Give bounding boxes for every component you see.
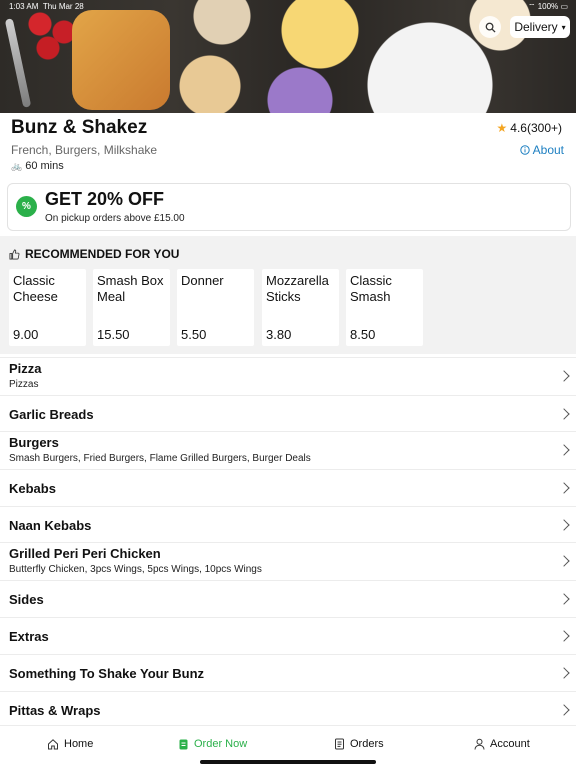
rating: ★ 4.6(300+) [497,121,562,135]
item-price: 15.50 [97,327,130,342]
recommended-card[interactable]: Donner 5.50 [177,269,254,346]
category-row-grilled-peri-peri-chicken[interactable]: Grilled Peri Peri Chicken Butterfly Chic… [0,542,576,580]
search-button[interactable] [479,16,501,38]
chevron-right-icon [558,444,570,456]
recommended-card[interactable]: Classic Cheese 9.00 [9,269,86,346]
receipt-icon [335,738,344,750]
garlic-bread-graphic [72,10,170,110]
category-title: Pizza [9,361,42,376]
tab-home[interactable]: Home [47,738,93,750]
category-row-kebabs[interactable]: Kebabs [0,469,576,506]
promo-banner[interactable]: % GET 20% OFF On pickup orders above £15… [7,183,571,231]
search-icon [485,22,496,33]
delivery-label: Delivery [514,20,558,34]
status-right: ⌔ 100% ▭ [528,2,568,12]
chevron-right-icon [558,630,570,642]
delivery-time-text: 60 mins [25,160,64,172]
tab-orders[interactable]: Orders [334,738,384,750]
tab-label: Account [490,738,530,750]
delivery-time: 🚲 60 mins [11,160,64,172]
recommended-card[interactable]: Mozzarella Sticks 3.80 [262,269,339,346]
battery-icon: ▭ [560,2,568,11]
item-name: Smash Box Meal [97,273,164,304]
item-name: Classic Cheese [13,273,58,304]
status-date-text: Thu Mar 28 [42,2,84,11]
item-price: 3.80 [266,327,292,342]
category-title: Burgers [9,435,59,450]
category-row-pittas-wraps[interactable]: Pittas & Wraps [0,691,576,725]
wifi-icon: ⌔ [527,2,536,11]
chevron-right-icon [558,370,570,382]
restaurant-cuisines: French, Burgers, Milkshake [11,143,158,157]
promo-subtitle: On pickup orders above £15.00 [45,213,185,224]
category-row-burgers[interactable]: Burgers Smash Burgers, Fried Burgers, Fl… [0,431,576,469]
item-price: 8.50 [350,327,376,342]
recommended-heading-text: RECOMMENDED FOR YOU [25,247,180,261]
bike-icon: 🚲 [11,160,23,171]
item-name: Donner [181,273,224,288]
category-subtitle: Butterfly Chicken, 3pcs Wings, 5pcs Wing… [9,564,262,575]
recommended-card[interactable]: Smash Box Meal 15.50 [93,269,170,346]
knife-graphic [4,18,32,108]
battery-text: 100% [537,2,559,11]
chevron-right-icon [558,482,570,494]
category-row-extras[interactable]: Extras [0,617,576,654]
category-title: Extras [9,629,49,644]
info-icon [519,145,530,155]
tab-label: Orders [350,738,384,750]
chevron-right-icon [558,704,570,716]
status-time-text: 1:03 AM [9,2,39,11]
category-title: Grilled Peri Peri Chicken [9,546,161,561]
chevron-right-icon [558,519,570,531]
category-row-garlic-breads[interactable]: Garlic Breads [0,395,576,431]
about-link[interactable]: About [519,143,564,157]
category-row-pizza[interactable]: Pizza Pizzas [0,357,576,395]
chevron-right-icon [558,593,570,605]
tab-order-now[interactable]: Order Now [178,738,247,750]
person-icon [474,738,485,750]
category-title: Something To Shake Your Bunz [9,666,205,681]
delivery-mode-button[interactable]: Delivery ▾ [510,16,570,38]
category-title: Sides [9,592,44,607]
category-title: Garlic Breads [9,407,94,422]
category-row-naan-kebabs[interactable]: Naan Kebabs [0,506,576,543]
category-title: Naan Kebabs [9,518,92,533]
recommended-section: RECOMMENDED FOR YOU Classic Cheese 9.00 … [0,236,576,354]
chevron-down-icon: ▾ [561,22,566,32]
restaurant-name: Bunz & Shakez [11,117,148,138]
item-name: Classic Smash [350,273,392,304]
promo-title: GET 20% OFF [45,189,165,209]
chevron-right-icon [558,555,570,567]
chevron-right-icon [558,667,570,679]
category-subtitle: Smash Burgers, Fried Burgers, Flame Gril… [9,453,311,464]
category-row-something-to-shake-your-bunz[interactable]: Something To Shake Your Bunz [0,654,576,691]
recommended-card[interactable]: Classic Smash 8.50 [346,269,423,346]
tab-label: Order Now [194,738,248,750]
item-price: 9.00 [13,327,39,342]
rating-text: 4.6(300+) [510,121,562,135]
about-label: About [532,143,564,157]
item-price: 5.50 [181,327,207,342]
category-title: Pittas & Wraps [9,703,101,718]
star-icon: ★ [496,121,508,135]
thumbs-up-icon [9,249,20,259]
tab-label: Home [64,738,94,750]
discount-badge-icon: % [16,196,37,217]
category-row-sides[interactable]: Sides [0,580,576,617]
status-time: 1:03 AM Thu Mar 28 [9,2,84,11]
category-subtitle: Pizzas [9,379,39,390]
home-icon [48,739,58,750]
category-title: Kebabs [9,481,56,496]
tab-account[interactable]: Account [474,738,530,750]
order-icon [179,739,188,750]
item-name: Mozzarella Sticks [266,273,329,304]
home-indicator[interactable] [200,760,376,764]
chevron-right-icon [558,408,570,420]
recommended-heading: RECOMMENDED FOR YOU [9,247,179,261]
